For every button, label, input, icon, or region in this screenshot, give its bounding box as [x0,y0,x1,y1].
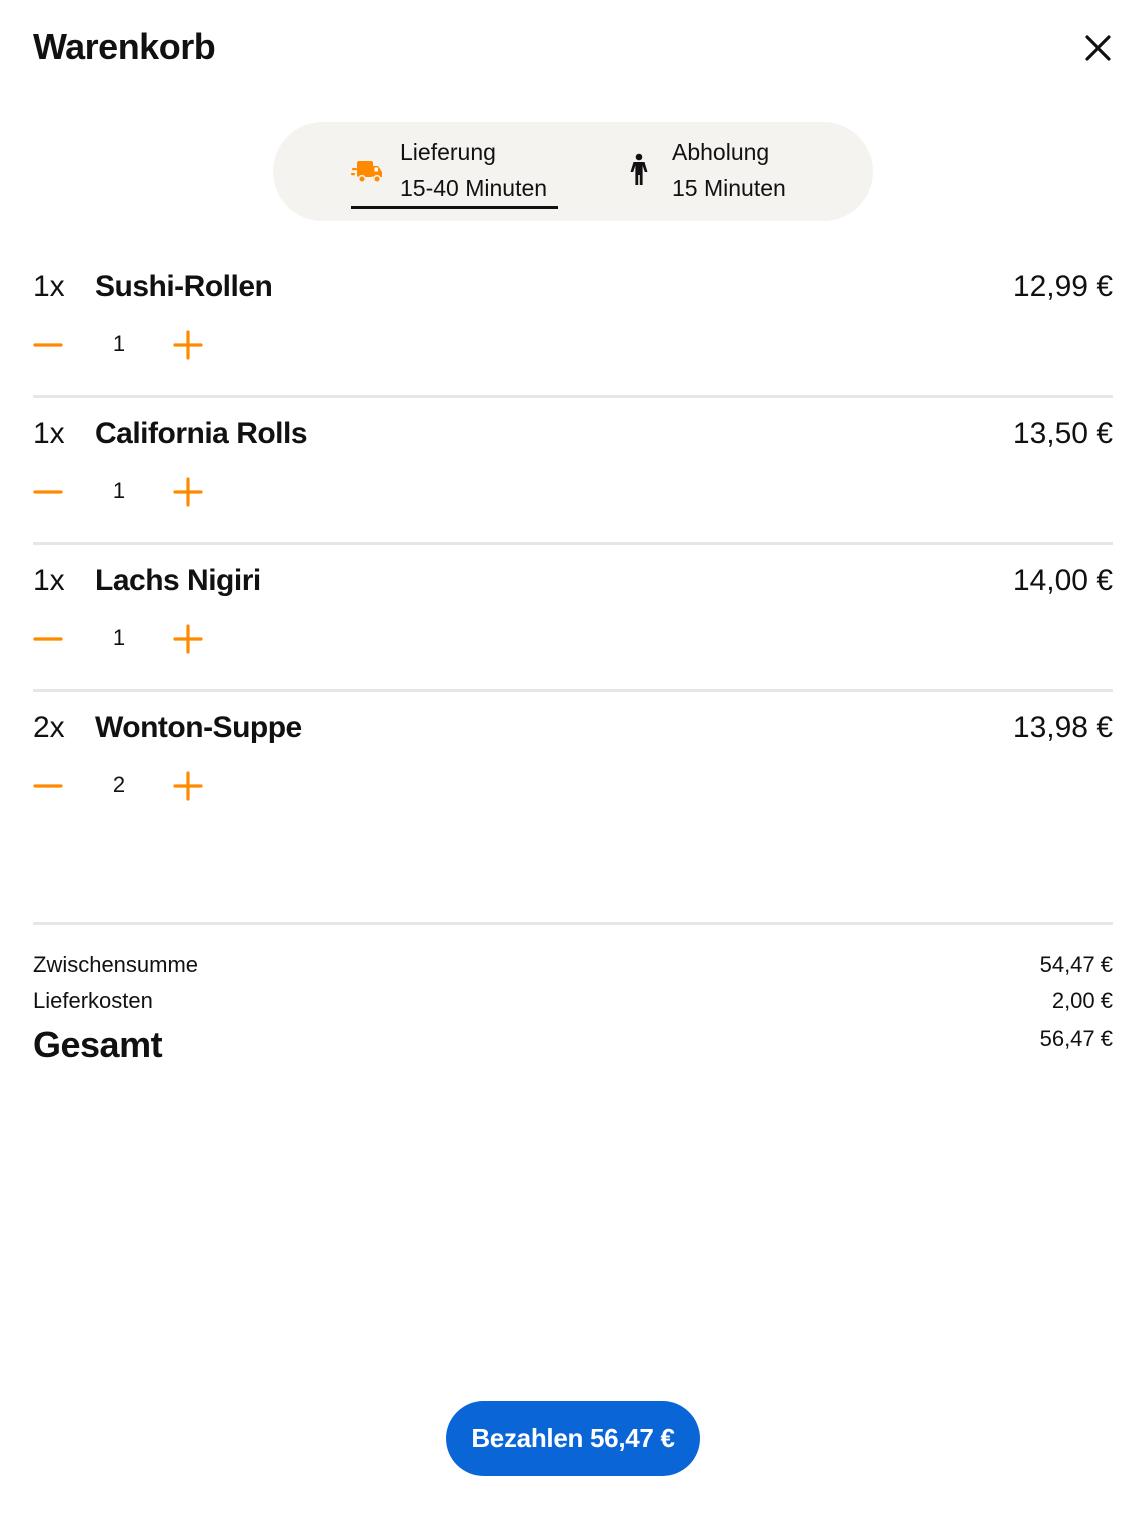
order-summary: Zwischensumme 54,47 € Lieferkosten 2,00 … [33,952,1113,1074]
delivery-fee-value: 2,00 € [1051,988,1113,1013]
selected-indicator [351,206,558,209]
item-name: Wonton-Suppe [95,711,302,744]
plus-icon [173,624,203,654]
decrease-quantity-button[interactable] [33,624,63,654]
pickup-label: Abholung [672,139,770,165]
item-price: 13,50 € [1012,417,1113,450]
quantity-value: 1 [112,478,126,503]
person-walking-icon [630,153,648,185]
increase-quantity-button[interactable] [173,477,203,507]
quantity-value: 1 [112,331,126,356]
minus-icon [33,637,63,641]
minus-icon [33,343,63,347]
cart-item: 1x Lachs Nigiri 14,00 € 1 [33,542,1113,689]
cart-item: 1x Sushi-Rollen 12,99 € 1 [33,248,1113,395]
increase-quantity-button[interactable] [173,771,203,801]
page-title: Warenkorb [33,26,216,67]
fulfillment-switcher: Lieferung 15-40 Minuten Abholung 15 Minu… [273,122,873,221]
subtotal-row: Zwischensumme 54,47 € [33,952,1113,988]
increase-quantity-button[interactable] [173,330,203,360]
increase-quantity-button[interactable] [173,624,203,654]
close-icon [1085,35,1111,61]
total-row: Gesamt 56,47 € [33,1024,1113,1074]
cart-item: 1x California Rolls 13,50 € 1 [33,395,1113,542]
minus-icon [33,490,63,494]
item-name: Lachs Nigiri [95,564,261,597]
item-quantity-prefix: 1x [33,417,65,450]
delivery-time: 15-40 Minuten [400,175,548,201]
pickup-time: 15 Minuten [672,175,786,201]
summary-divider [33,922,1113,925]
delivery-label: Lieferung [400,139,496,165]
cart-item: 2x Wonton-Suppe 13,98 € 2 [33,689,1113,836]
total-label: Gesamt [33,1024,163,1065]
decrease-quantity-button[interactable] [33,330,63,360]
item-quantity-prefix: 1x [33,270,65,303]
delivery-fee-label: Lieferkosten [33,988,153,1013]
cart-items: 1x Sushi-Rollen 12,99 € 1 1x California … [33,248,1113,836]
plus-icon [173,330,203,360]
decrease-quantity-button[interactable] [33,477,63,507]
item-price: 13,98 € [1012,711,1113,744]
total-value: 56,47 € [1039,1026,1113,1051]
item-quantity-prefix: 1x [33,564,65,597]
item-price: 12,99 € [1012,270,1113,303]
item-price: 14,00 € [1012,564,1113,597]
delivery-truck-icon [351,161,382,184]
pickup-option[interactable]: Abholung 15 Minuten [623,122,823,221]
decrease-quantity-button[interactable] [33,771,63,801]
quantity-value: 1 [112,625,126,650]
item-quantity-prefix: 2x [33,711,65,744]
quantity-value: 2 [112,772,126,797]
close-button[interactable] [1080,30,1116,66]
subtotal-label: Zwischensumme [33,952,199,977]
plus-icon [173,477,203,507]
minus-icon [33,784,63,788]
plus-icon [173,771,203,801]
delivery-fee-row: Lieferkosten 2,00 € [33,988,1113,1024]
subtotal-value: 54,47 € [1039,952,1113,977]
item-name: Sushi-Rollen [95,270,273,303]
delivery-option[interactable]: Lieferung 15-40 Minuten [349,122,559,221]
pay-button[interactable]: Bezahlen 56,47 € [446,1401,700,1476]
item-name: California Rolls [95,417,308,450]
